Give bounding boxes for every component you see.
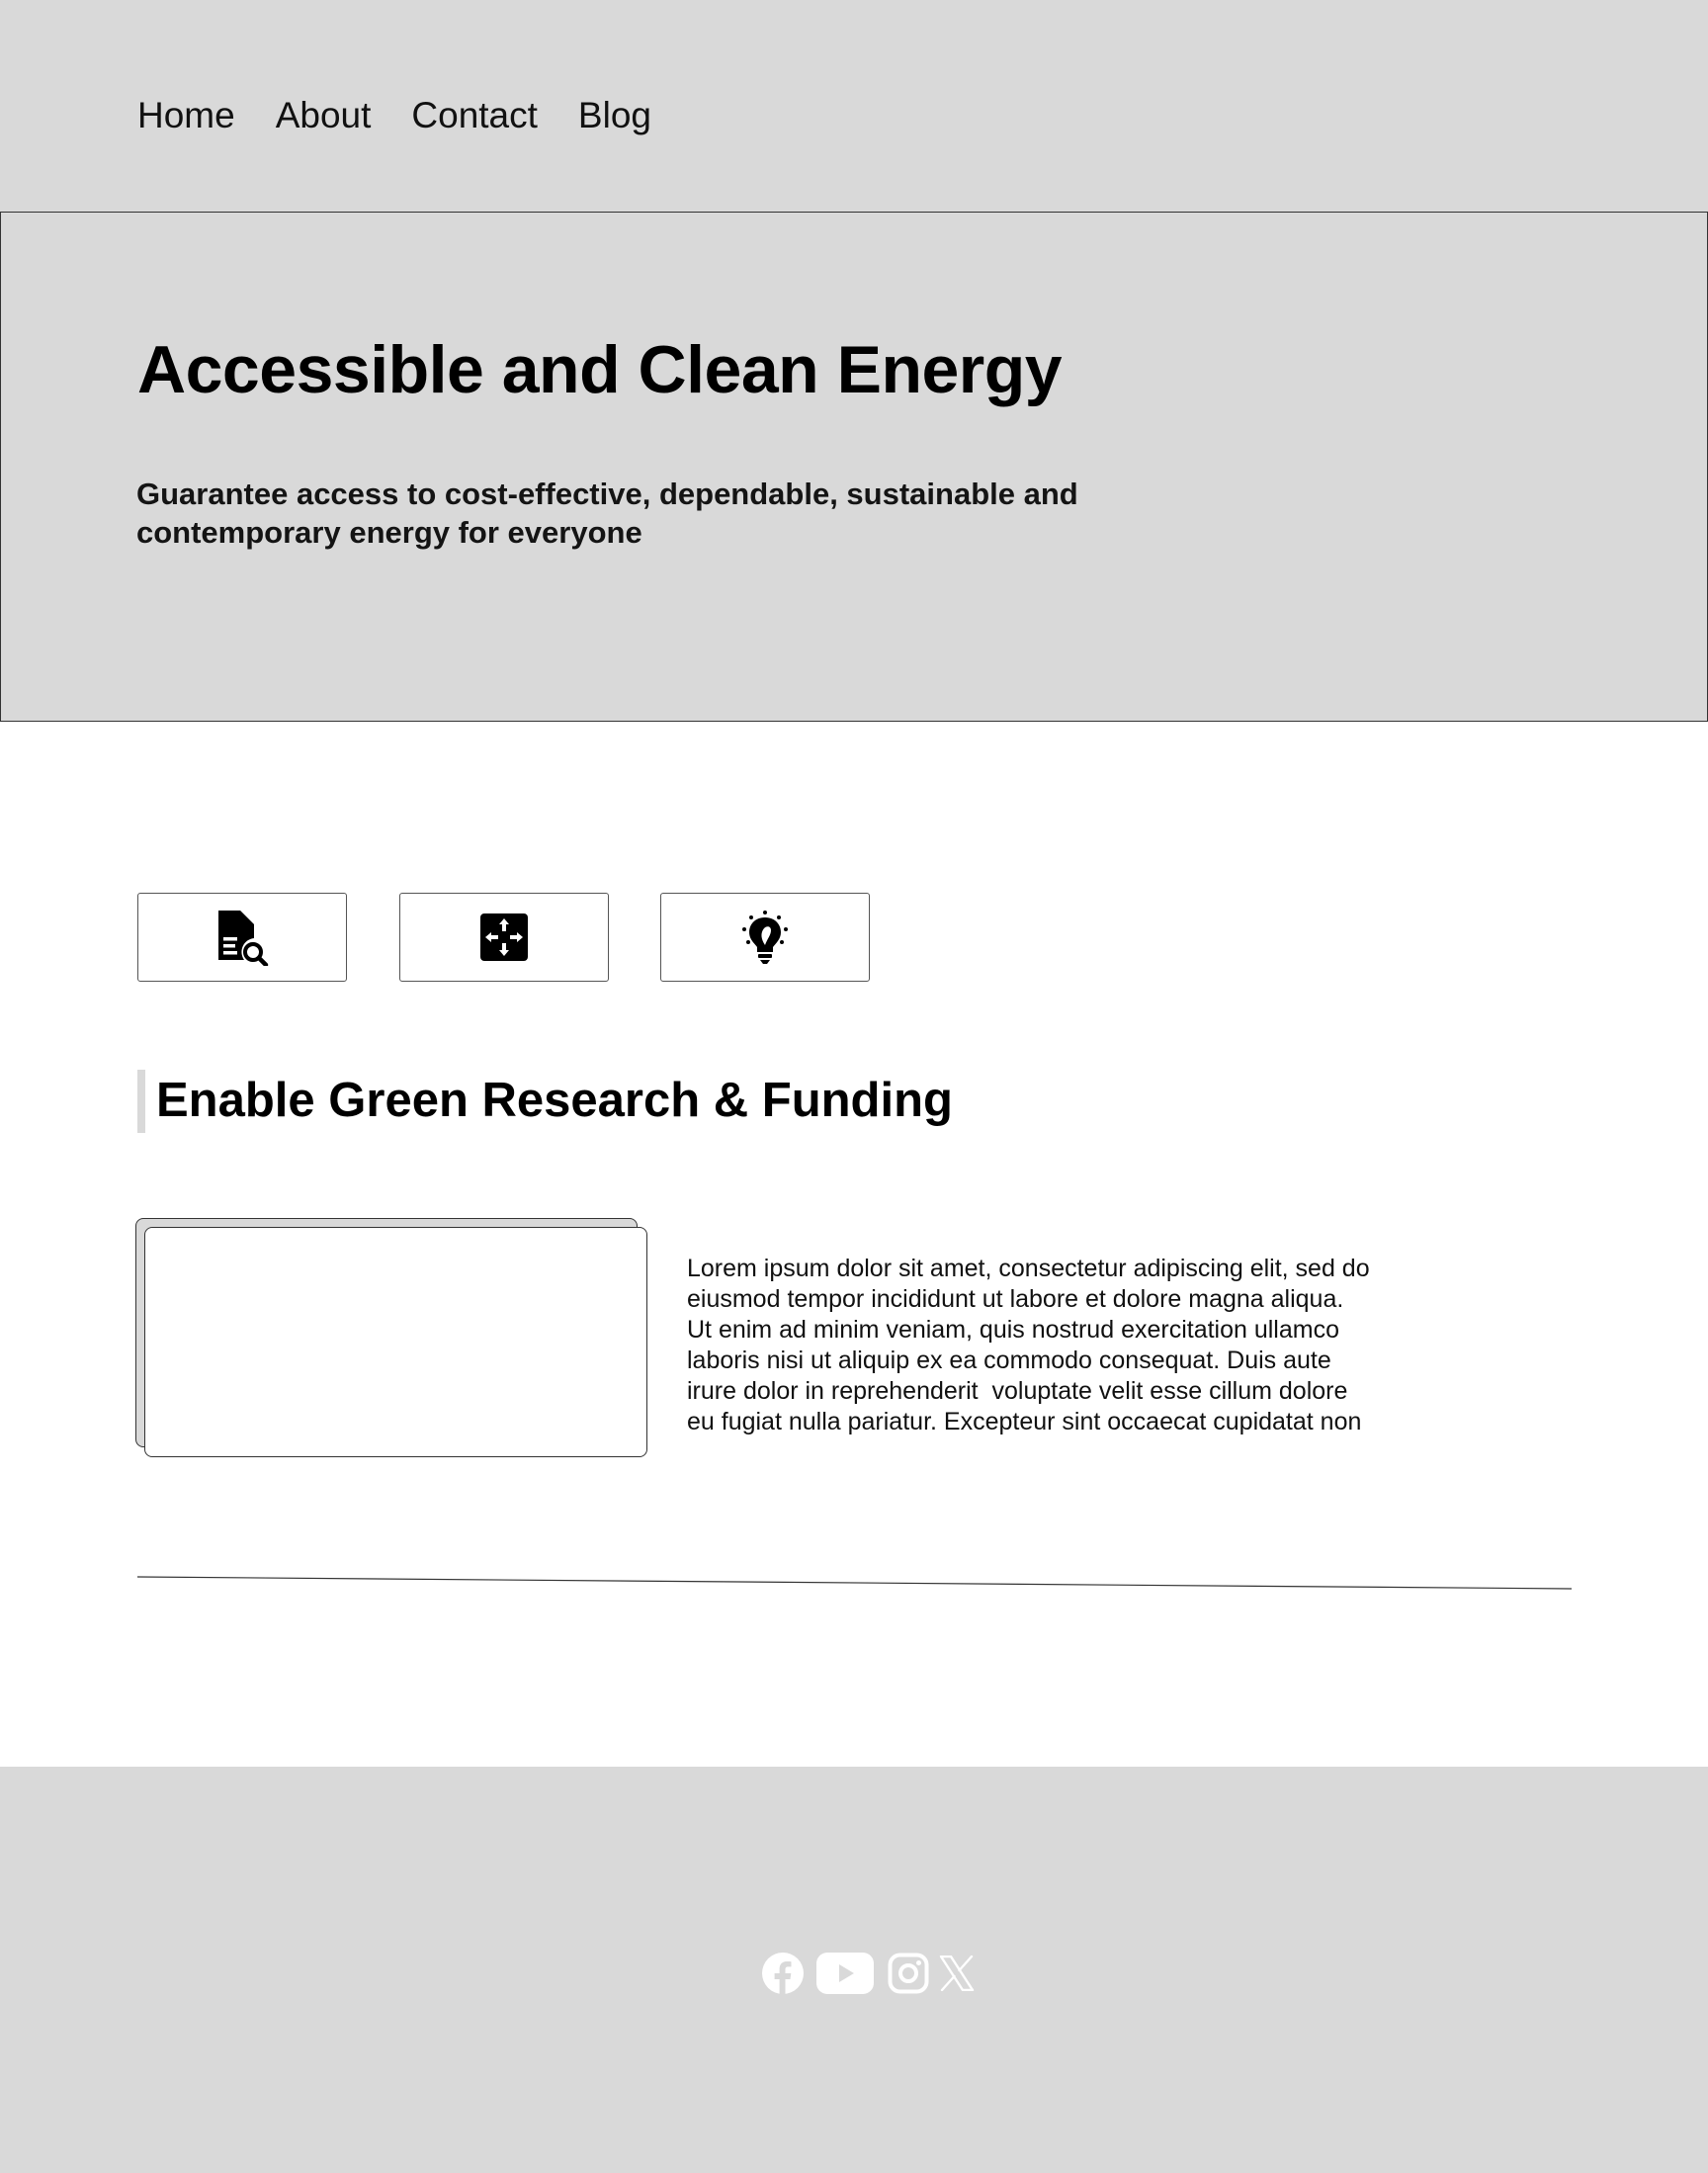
body-line-5: irure dolor in reprehenderit voluptate v…	[687, 1377, 1348, 1405]
body-line-2: eiusmod tempor incididunt ut labore et d…	[687, 1285, 1344, 1313]
hero-subtitle-line-2: contemporary energy for everyone	[136, 515, 642, 550]
page: Home About Contact Blog Accessible and C…	[0, 0, 1708, 2173]
document-search-icon	[218, 911, 269, 966]
hero-title: Accessible and Clean Energy	[137, 332, 1063, 407]
footer	[0, 1767, 1708, 2173]
nav-link-about[interactable]: About	[276, 97, 372, 133]
youtube-link[interactable]	[816, 1953, 874, 1999]
hero-banner: Accessible and Clean Energy Guarantee ac…	[0, 212, 1708, 722]
social-links	[761, 1952, 975, 2000]
expand-arrows-icon	[480, 913, 528, 961]
x-link[interactable]	[939, 1955, 975, 1996]
feature-button-research[interactable]	[137, 893, 347, 982]
instagram-link[interactable]	[888, 1953, 929, 1999]
section-heading: Enable Green Research & Funding	[156, 1074, 953, 1127]
body-line-3: Ut enim ad minim veniam, quis nostrud ex…	[687, 1316, 1339, 1344]
hero-subtitle: Guarantee access to cost-effective, depe…	[136, 475, 1204, 552]
feature-button-expand[interactable]	[399, 893, 609, 982]
x-icon	[939, 1955, 975, 1992]
lightbulb-icon	[742, 911, 788, 964]
section-heading-accent-bar	[137, 1070, 145, 1133]
youtube-icon	[816, 1953, 874, 1994]
nav-link-contact[interactable]: Contact	[411, 97, 538, 133]
nav-link-home[interactable]: Home	[137, 97, 235, 133]
hero-subtitle-line-1: Guarantee access to cost-effective, depe…	[136, 477, 1078, 511]
image-placeholder	[144, 1227, 647, 1457]
nav-links: Home About Contact Blog	[137, 97, 651, 133]
facebook-link[interactable]	[761, 1952, 805, 2000]
top-nav: Home About Contact Blog	[0, 0, 1708, 212]
section-divider	[136, 1576, 1573, 1590]
body-line-1: Lorem ipsum dolor sit amet, consectetur …	[687, 1255, 1370, 1282]
body-line-6: eu fugiat nulla pariatur. Excepteur sint…	[687, 1408, 1362, 1435]
feature-button-ideas[interactable]	[660, 893, 870, 982]
body-line-4: laboris nisi ut aliquip ex ea commodo co…	[687, 1347, 1331, 1374]
instagram-icon	[888, 1953, 929, 1994]
nav-link-blog[interactable]: Blog	[578, 97, 651, 133]
facebook-icon	[762, 1953, 804, 1995]
section-body-text: Lorem ipsum dolor sit amet, consectetur …	[687, 1254, 1478, 1437]
